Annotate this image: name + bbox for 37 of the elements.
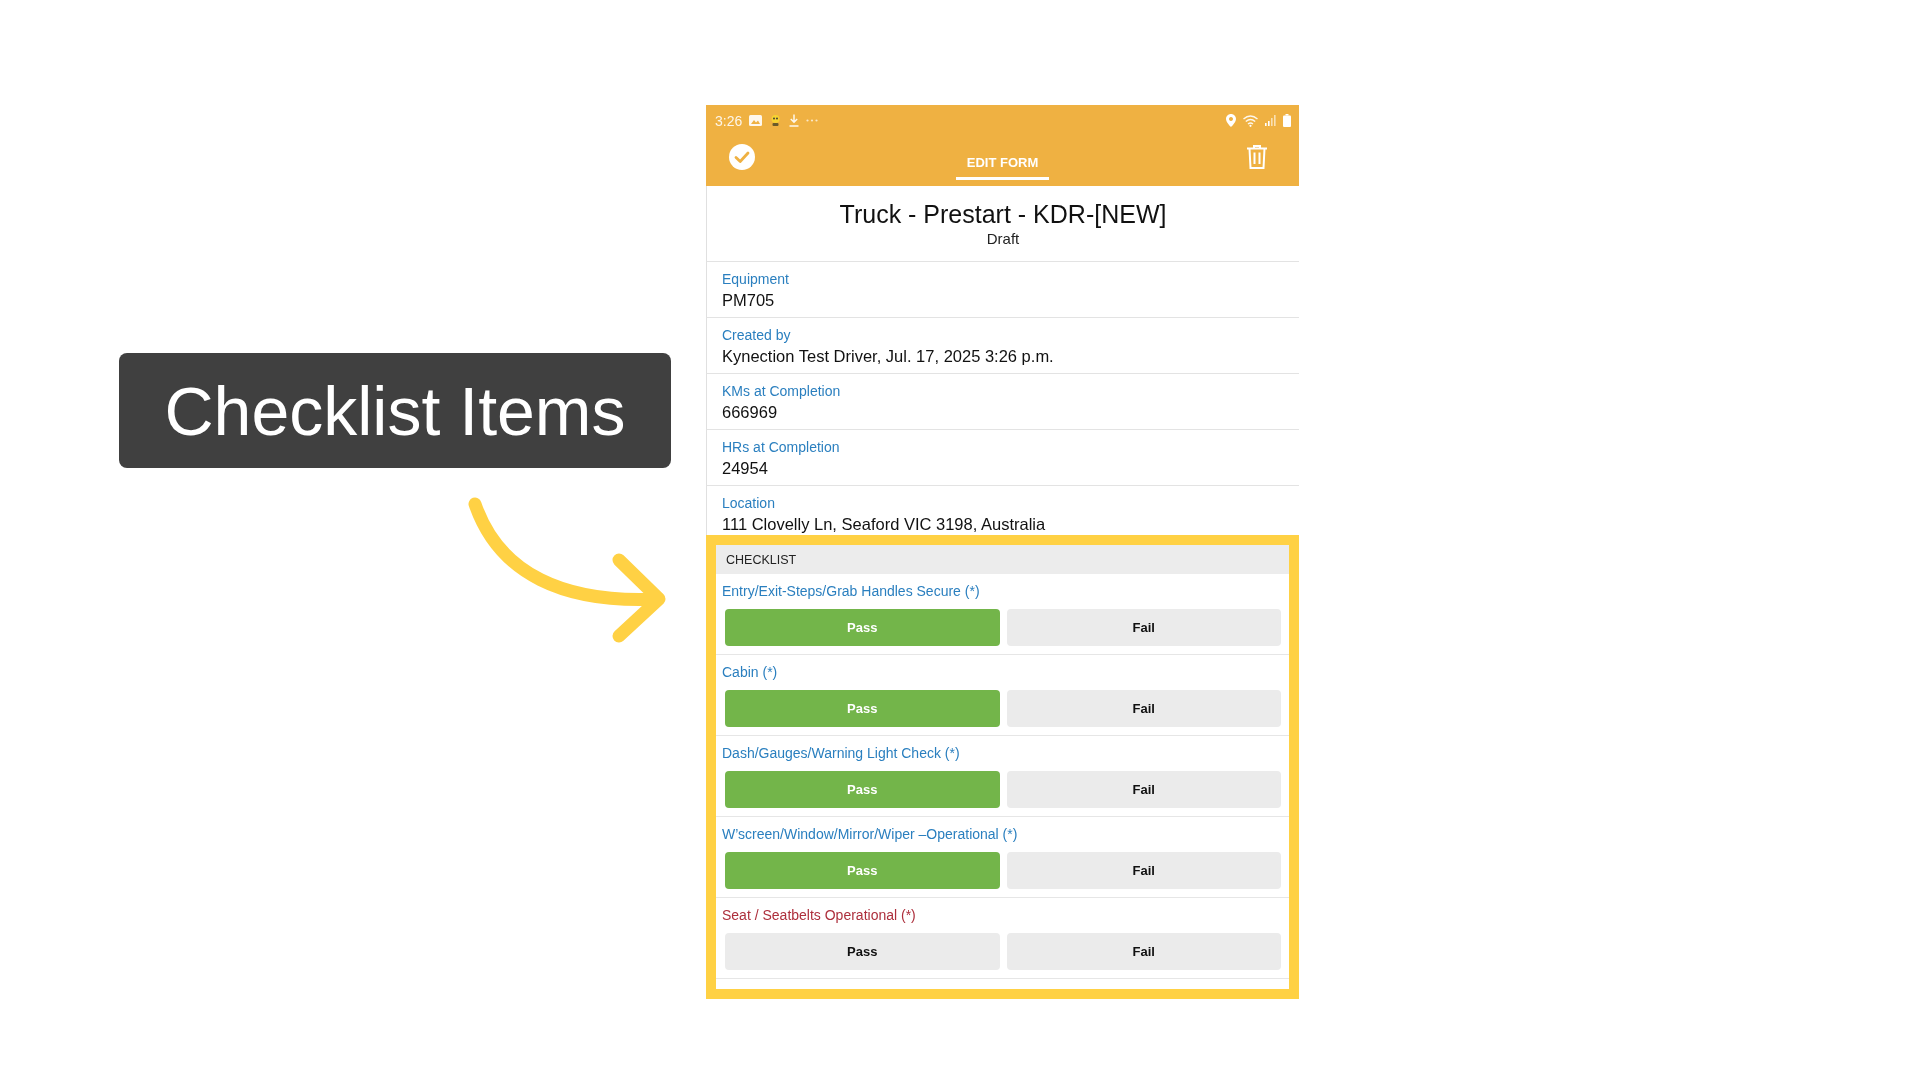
check-circle-icon <box>729 144 755 170</box>
status-time: 3:26 <box>715 112 743 129</box>
fail-button[interactable]: Fail <box>1006 852 1281 889</box>
location-pin-icon <box>1226 114 1236 127</box>
form-status: Draft <box>986 229 1020 249</box>
signal-icon <box>1265 115 1276 126</box>
delete-button[interactable] <box>1247 145 1267 169</box>
fail-button[interactable]: Fail <box>1006 609 1281 646</box>
pass-button[interactable]: Pass <box>725 933 1000 970</box>
wifi-icon <box>1243 114 1258 127</box>
trash-icon <box>1247 145 1267 169</box>
fail-button[interactable]: Fail <box>1006 933 1281 970</box>
field-label: HRs at Completion <box>722 439 840 455</box>
field-value: 666969 <box>722 402 778 422</box>
fail-button[interactable]: Fail <box>1006 690 1281 727</box>
field-value: 111 Clovelly Ln, Seaford VIC 3198, Australia <box>722 514 1046 534</box>
checklist-item-label: W’screen/Window/Mirror/Wiper –Operational (*) <box>722 826 1018 843</box>
field-label: Equipment <box>722 271 789 287</box>
field-value: 24954 <box>722 458 768 478</box>
field-value: Kynection Test Driver, Jul. 17, 2025 3:26 p.m. <box>722 346 1054 366</box>
field-label: Created by <box>722 327 791 343</box>
checklist-item-label: Dash/Gauges/Warning Light Check (*) <box>722 745 960 762</box>
checklist-item-label: Seat / Seatbelts Operational (*) <box>722 907 916 924</box>
field-value: PM705 <box>722 290 775 310</box>
field-label: KMs at Completion <box>722 383 841 399</box>
fail-button[interactable]: Fail <box>1006 771 1281 808</box>
callout-label: Checklist Items <box>119 353 671 468</box>
checklist-item-label: Cabin (*) <box>722 664 778 681</box>
download-icon <box>789 114 800 127</box>
confirm-button[interactable] <box>729 144 755 170</box>
more-dots-icon <box>806 119 819 122</box>
battery-icon <box>1283 114 1291 127</box>
field-label: Location <box>722 495 775 511</box>
section-header: CHECKLIST <box>716 545 1289 574</box>
form-title: Truck - Prestart - KDR-[NEW] <box>839 199 1167 229</box>
checklist-item-label: Entry/Exit-Steps/Grab Handles Secure (*) <box>722 583 980 600</box>
image-icon <box>749 115 763 126</box>
